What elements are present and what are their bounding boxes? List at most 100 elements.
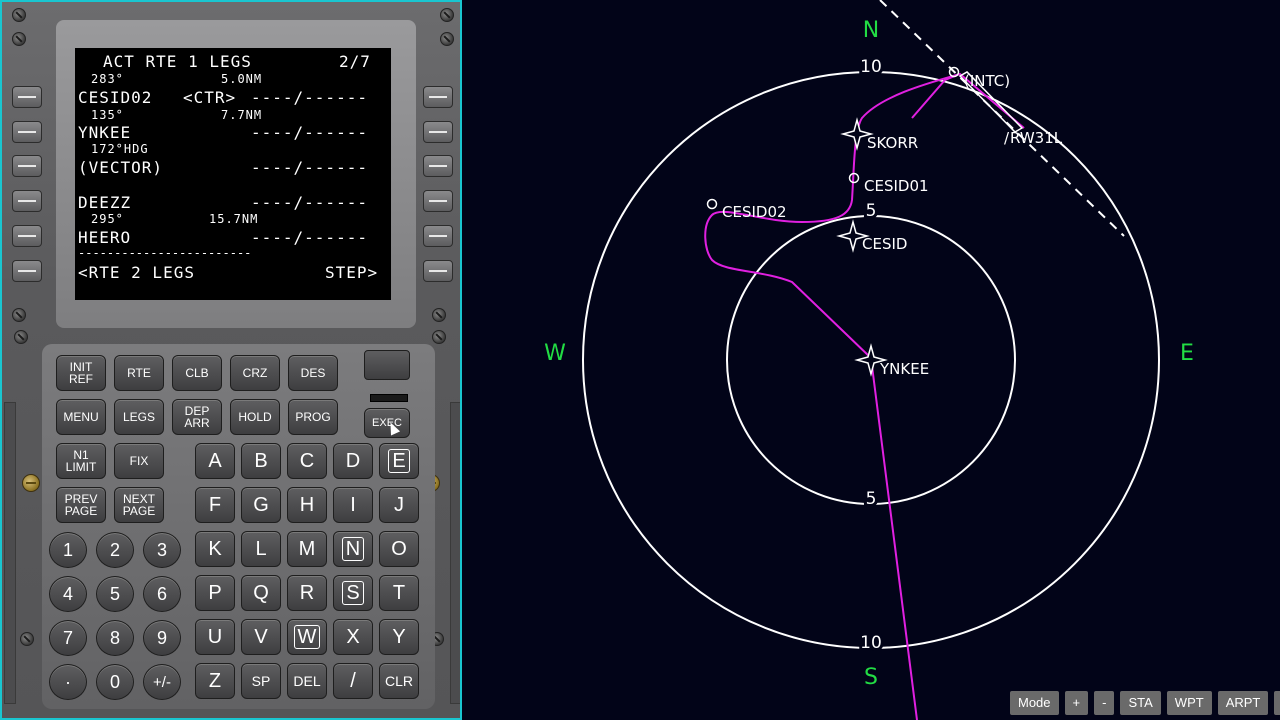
step-prompt[interactable]: STEP> (325, 263, 378, 282)
lsk-6r[interactable] (423, 260, 453, 282)
key-0[interactable]: 0 (96, 664, 134, 700)
prev-page-key[interactable]: PREV PAGE (56, 487, 106, 523)
legs-key[interactable]: LEGS (114, 399, 164, 435)
screw-icon (432, 330, 446, 344)
n1-limit-key[interactable]: N1 LIMIT (56, 443, 106, 479)
menu-key[interactable]: MENU (56, 399, 106, 435)
key-9[interactable]: 9 (143, 620, 181, 656)
key-p[interactable]: P (195, 575, 235, 611)
key-o[interactable]: O (379, 531, 419, 567)
key-v[interactable]: V (241, 619, 281, 655)
delete-key[interactable]: DEL (287, 663, 327, 699)
cesid-label: CESID (862, 235, 907, 253)
key-d[interactable]: D (333, 443, 373, 479)
screw-icon (20, 632, 34, 646)
key-z[interactable]: Z (195, 663, 235, 699)
key-5[interactable]: 5 (96, 576, 134, 612)
clear-key[interactable]: CLR (379, 663, 419, 699)
lsk-2r[interactable] (423, 121, 453, 143)
lsk-4l[interactable] (12, 190, 42, 212)
rte-2-legs-prompt[interactable]: <RTE 2 LEGS (78, 263, 195, 282)
key-4[interactable]: 4 (49, 576, 87, 612)
key-k[interactable]: K (195, 531, 235, 567)
leg-waypoint: (VECTOR) (78, 158, 164, 177)
inner-ring-label-top: 5 (866, 201, 877, 221)
cesid01-label: CESID01 (864, 177, 929, 195)
plus-minus-key[interactable]: +/- (143, 664, 181, 700)
lsk-3l[interactable] (12, 155, 42, 177)
wpt-button[interactable]: WPT (1166, 691, 1212, 715)
leg-constraint: ----/------ (251, 193, 368, 212)
lsk-6l[interactable] (12, 260, 42, 282)
key-w[interactable]: W (287, 619, 327, 655)
arpt-button[interactable]: ARPT (1217, 691, 1269, 715)
outer-ring-label-bottom: 10 (860, 633, 882, 653)
crz-key[interactable]: CRZ (230, 355, 280, 391)
key-f[interactable]: F (195, 487, 235, 523)
key-t[interactable]: T (379, 575, 419, 611)
key-6[interactable]: 6 (143, 576, 181, 612)
lsk-4r[interactable] (423, 190, 453, 212)
outer-ring-label-top: 10 (860, 57, 882, 77)
mode-button[interactable]: Mode (1010, 691, 1059, 715)
key-a[interactable]: A (195, 443, 235, 479)
leg-course: 283° (91, 72, 124, 86)
key-r[interactable]: R (287, 575, 327, 611)
lsk-2l[interactable] (12, 121, 42, 143)
side-rail (4, 402, 16, 704)
clb-key[interactable]: CLB (172, 355, 222, 391)
key-m[interactable]: M (287, 531, 327, 567)
key-i[interactable]: I (333, 487, 373, 523)
key-7[interactable]: 7 (49, 620, 87, 656)
slash-key[interactable]: / (333, 663, 373, 699)
lsk-1r[interactable] (423, 86, 453, 108)
navigation-display[interactable]: (INTC) RW31L / SKORR CESID01 CESID02 CES… (462, 0, 1280, 720)
leg-waypoint: DEEZZ (78, 193, 132, 212)
key-g[interactable]: G (241, 487, 281, 523)
zoom-in-button[interactable]: + (1064, 691, 1089, 715)
key-h[interactable]: H (287, 487, 327, 523)
key-y[interactable]: Y (379, 619, 419, 655)
rte-key[interactable]: RTE (114, 355, 164, 391)
zoom-out-button[interactable]: - (1094, 691, 1115, 715)
key-8[interactable]: 8 (96, 620, 134, 656)
init-ref-key[interactable]: INIT REF (56, 355, 106, 391)
lsk-1l[interactable] (12, 86, 42, 108)
cesid02-fix-icon[interactable] (706, 198, 718, 210)
leg-waypoint: YNKEE (78, 123, 132, 142)
sta-button[interactable]: STA (1120, 691, 1161, 715)
overflow-button[interactable]: | (1274, 691, 1280, 715)
key-c[interactable]: C (287, 443, 327, 479)
screw-icon (12, 308, 26, 322)
key-l[interactable]: L (241, 531, 281, 567)
fix-key[interactable]: FIX (114, 443, 164, 479)
key-u[interactable]: U (195, 619, 235, 655)
compass-west: W (544, 341, 566, 366)
key-j[interactable]: J (379, 487, 419, 523)
key-x[interactable]: X (333, 619, 373, 655)
blank-key[interactable] (364, 350, 410, 380)
hold-key[interactable]: HOLD (230, 399, 280, 435)
key-s[interactable]: S (333, 575, 373, 611)
exec-annunciator-light (370, 394, 408, 402)
lsk-5r[interactable] (423, 225, 453, 247)
dep-arr-key[interactable]: DEP ARR (172, 399, 222, 435)
key-e[interactable]: E (379, 443, 419, 479)
leg-waypoint: CESID02 (78, 88, 153, 107)
key-3[interactable]: 3 (143, 532, 181, 568)
key-2[interactable]: 2 (96, 532, 134, 568)
key-b[interactable]: B (241, 443, 281, 479)
decimal-key[interactable]: · (49, 664, 87, 700)
key-n[interactable]: N (333, 531, 373, 567)
brightness-knob-icon[interactable] (22, 474, 40, 492)
des-key[interactable]: DES (288, 355, 338, 391)
prog-key[interactable]: PROG (288, 399, 338, 435)
page-number: 2/7 (339, 52, 371, 71)
key-1[interactable]: 1 (49, 532, 87, 568)
screw-icon (432, 308, 446, 322)
space-key[interactable]: SP (241, 663, 281, 699)
lsk-5l[interactable] (12, 225, 42, 247)
next-page-key[interactable]: NEXT PAGE (114, 487, 164, 523)
key-q[interactable]: Q (241, 575, 281, 611)
lsk-3r[interactable] (423, 155, 453, 177)
